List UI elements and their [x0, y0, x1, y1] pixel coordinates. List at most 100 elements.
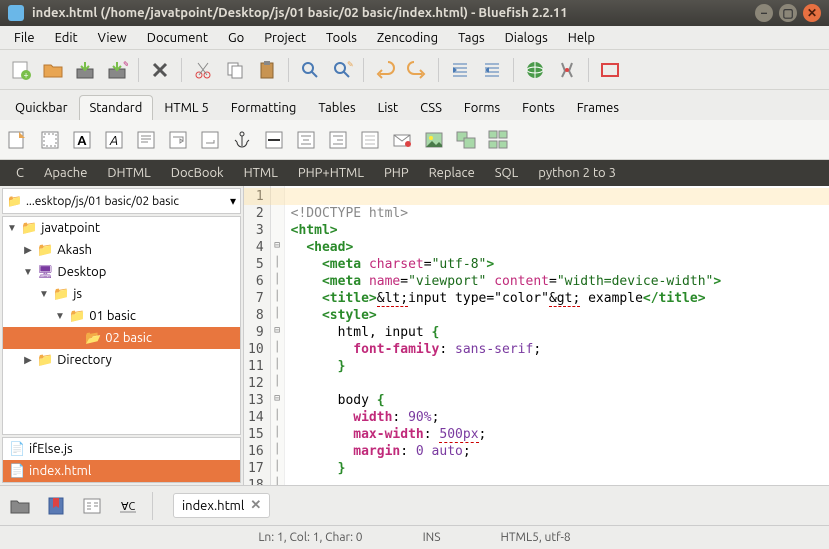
- lang-html[interactable]: HTML: [234, 164, 288, 182]
- main-toolbar: + ✎ ✎: [0, 50, 829, 90]
- menu-zencoding[interactable]: Zencoding: [367, 29, 448, 47]
- file-list[interactable]: 📄ifElse.js📄index.html: [2, 437, 241, 483]
- find-replace-button[interactable]: ✎: [327, 55, 357, 85]
- bookmark-icon[interactable]: [44, 494, 68, 518]
- body-icon[interactable]: [38, 128, 62, 152]
- menu-tags[interactable]: Tags: [448, 29, 495, 47]
- tab-tables[interactable]: Tables: [307, 95, 366, 120]
- italic-icon[interactable]: A: [102, 128, 126, 152]
- file-mode: HTML5, utf-8: [501, 531, 571, 544]
- paste-button[interactable]: [252, 55, 282, 85]
- language-bar: CApacheDHTMLDocBookHTMLPHP+HTMLPHPReplac…: [0, 160, 829, 186]
- tree-node[interactable]: ▶📁Directory: [3, 349, 240, 371]
- email-icon[interactable]: [390, 128, 414, 152]
- undo-button[interactable]: [370, 55, 400, 85]
- standard-toolbar: A A: [0, 120, 829, 160]
- menu-dialogs[interactable]: Dialogs: [495, 29, 558, 47]
- menu-go[interactable]: Go: [218, 29, 254, 47]
- file-tree[interactable]: ▼📁javatpoint▶📁Akash▼🖥Desktop▼📁js▼📁01 bas…: [2, 216, 241, 435]
- cut-button[interactable]: [188, 55, 218, 85]
- copy-button[interactable]: [220, 55, 250, 85]
- tree-node[interactable]: ▼📁javatpoint: [3, 217, 240, 239]
- comment-icon[interactable]: [358, 128, 382, 152]
- menu-project[interactable]: Project: [254, 29, 316, 47]
- svg-text:A: A: [109, 134, 118, 148]
- anchor-icon[interactable]: [230, 128, 254, 152]
- bottom-toolbar: ∀C index.html ✕: [0, 485, 829, 525]
- close-file-button[interactable]: [145, 55, 175, 85]
- menu-help[interactable]: Help: [558, 29, 605, 47]
- lang-python-2-to-3[interactable]: python 2 to 3: [528, 164, 626, 182]
- code-area[interactable]: 1 2 3 4 5 6 7 8 9 10 11 12 13 14 15 16 1…: [244, 186, 829, 485]
- char-icon[interactable]: ∀C: [116, 494, 140, 518]
- new-file-button[interactable]: +: [6, 55, 36, 85]
- svg-text:✎: ✎: [123, 60, 128, 69]
- svg-text:✎: ✎: [347, 60, 353, 69]
- document-tab-close[interactable]: ✕: [250, 498, 261, 513]
- document-tab[interactable]: index.html ✕: [173, 493, 270, 518]
- menu-tools[interactable]: Tools: [316, 29, 367, 47]
- tab-css[interactable]: CSS: [409, 95, 453, 120]
- lang-apache[interactable]: Apache: [34, 164, 97, 182]
- maximize-button[interactable]: ▢: [779, 4, 797, 22]
- lang-dhtml[interactable]: DHTML: [97, 164, 160, 182]
- tree-node[interactable]: 📂02 basic: [3, 327, 240, 349]
- tree-node[interactable]: ▼📁js: [3, 283, 240, 305]
- open-folder-icon[interactable]: [8, 494, 32, 518]
- close-button[interactable]: ✕: [803, 4, 821, 22]
- menu-view[interactable]: View: [88, 29, 137, 47]
- menu-file[interactable]: File: [4, 29, 45, 47]
- preferences-button[interactable]: [552, 55, 582, 85]
- fold-column[interactable]: ⊟ │ │ │ │ ⊟ │ │ │ ⊟ │ │ │ │ │: [271, 186, 285, 485]
- tab-formatting[interactable]: Formatting: [220, 95, 308, 120]
- tab-fonts[interactable]: Fonts: [511, 95, 566, 120]
- quickstart-icon[interactable]: [6, 128, 30, 152]
- lang-php-html[interactable]: PHP+HTML: [288, 164, 374, 182]
- browser-button[interactable]: [520, 55, 550, 85]
- paragraph-icon[interactable]: [134, 128, 158, 152]
- save-as-button[interactable]: ✎: [102, 55, 132, 85]
- hr-icon[interactable]: [262, 128, 286, 152]
- rightalign-icon[interactable]: [326, 128, 350, 152]
- tree-node[interactable]: ▼📁01 basic: [3, 305, 240, 327]
- lang-php[interactable]: PHP: [374, 164, 419, 182]
- tab-list[interactable]: List: [367, 95, 410, 120]
- thumbnail-icon[interactable]: [454, 128, 478, 152]
- fullscreen-button[interactable]: [595, 55, 625, 85]
- menu-document[interactable]: Document: [137, 29, 218, 47]
- find-button[interactable]: [295, 55, 325, 85]
- tab-forms[interactable]: Forms: [453, 95, 511, 120]
- tree-node[interactable]: ▶📁Akash: [3, 239, 240, 261]
- tree-node[interactable]: ▼🖥Desktop: [3, 261, 240, 283]
- tab-html-5[interactable]: HTML 5: [153, 95, 220, 120]
- toolbar-tabs: QuickbarStandardHTML 5FormattingTablesLi…: [0, 90, 829, 120]
- tab-standard[interactable]: Standard: [79, 95, 154, 120]
- menu-edit[interactable]: Edit: [45, 29, 88, 47]
- chevron-down-icon: ▾: [230, 194, 236, 208]
- break-icon[interactable]: [166, 128, 190, 152]
- nbsp-icon[interactable]: [198, 128, 222, 152]
- image-icon[interactable]: [422, 128, 446, 152]
- lang-docbook[interactable]: DocBook: [161, 164, 234, 182]
- file-item[interactable]: 📄ifElse.js: [3, 438, 240, 460]
- minimize-button[interactable]: –: [755, 4, 773, 22]
- unindent-button[interactable]: [445, 55, 475, 85]
- path-selector[interactable]: 📁 ...esktop/js/01 basic/02 basic ▾: [2, 188, 241, 214]
- redo-button[interactable]: [402, 55, 432, 85]
- tab-quickbar[interactable]: Quickbar: [4, 95, 79, 120]
- center-icon[interactable]: [294, 128, 318, 152]
- lang-c[interactable]: C: [6, 164, 34, 182]
- indent-button[interactable]: [477, 55, 507, 85]
- code-text[interactable]: <!DOCTYPE html> <html> <head> <meta char…: [285, 186, 728, 485]
- snippet-icon[interactable]: [80, 494, 104, 518]
- file-item[interactable]: 📄index.html: [3, 460, 240, 482]
- window-title: index.html (/home/javatpoint/Desktop/js/…: [32, 6, 568, 20]
- lang-replace[interactable]: Replace: [419, 164, 485, 182]
- multithumbnail-icon[interactable]: [486, 128, 510, 152]
- main-area: 📁 ...esktop/js/01 basic/02 basic ▾ ▼📁jav…: [0, 186, 829, 485]
- open-file-button[interactable]: [38, 55, 68, 85]
- lang-sql[interactable]: SQL: [485, 164, 529, 182]
- bold-icon[interactable]: A: [70, 128, 94, 152]
- save-button[interactable]: [70, 55, 100, 85]
- tab-frames[interactable]: Frames: [566, 95, 630, 120]
